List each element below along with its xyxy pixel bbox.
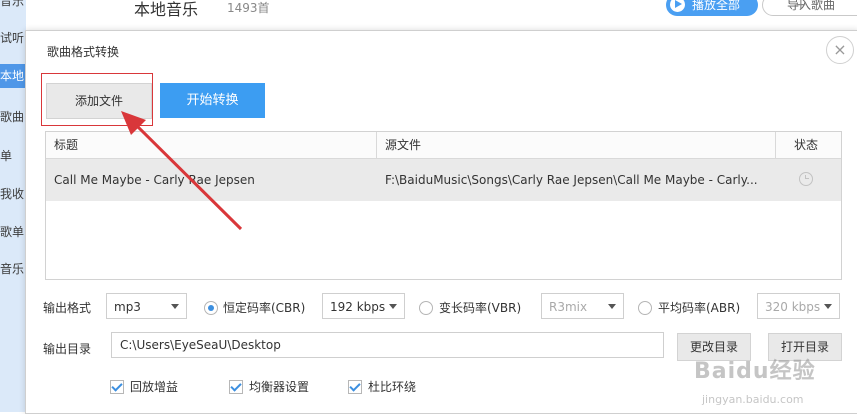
sidebar-item-list[interactable]: 单 xyxy=(0,147,12,164)
chevron-down-icon xyxy=(824,304,832,309)
file-table: 标题 源文件 状态 Call Me Maybe - Carly Rae Jeps… xyxy=(45,131,842,280)
table-row[interactable]: Call Me Maybe - Carly Rae Jepsen F:\Baid… xyxy=(46,159,841,201)
sidebar-item-songs[interactable]: 歌曲 xyxy=(0,108,24,125)
abr-bitrate-select[interactable]: 320 kbps xyxy=(757,293,840,319)
format-select[interactable]: mp3 xyxy=(106,293,187,319)
chevron-down-icon xyxy=(608,304,616,309)
play-all-button[interactable]: 播放全部 xyxy=(666,0,758,16)
highlight-box xyxy=(41,73,153,126)
header-status[interactable]: 状态 xyxy=(794,132,818,158)
abr-radio[interactable] xyxy=(638,301,652,315)
column-divider xyxy=(775,132,776,158)
play-all-label: 播放全部 xyxy=(692,0,741,12)
cbr-bitrate-select[interactable]: 192 kbps xyxy=(322,293,405,319)
vbr-value: R3mix xyxy=(549,300,588,314)
sidebar-item-trial[interactable]: 试听 xyxy=(0,29,24,46)
header-title[interactable]: 标题 xyxy=(54,132,78,158)
equalizer-label: 均衡器设置 xyxy=(249,380,310,394)
header-source[interactable]: 源文件 xyxy=(385,132,421,158)
row-source: F:\BaiduMusic\Songs\Carly Rae Jepsen\Cal… xyxy=(385,173,758,187)
cbr-value: 192 kbps xyxy=(330,300,386,314)
vbr-quality-select[interactable]: R3mix xyxy=(541,293,624,319)
cbr-radio[interactable] xyxy=(204,301,218,315)
replay-gain-checkbox[interactable] xyxy=(110,380,124,394)
output-format-label: 输出格式 xyxy=(43,301,92,315)
cbr-label: 恒定码率(CBR) xyxy=(223,301,306,315)
vbr-label: 变长码率(VBR) xyxy=(439,301,522,315)
abr-value: 320 kbps xyxy=(765,300,821,314)
chevron-down-icon xyxy=(389,304,397,309)
clock-icon xyxy=(799,172,813,186)
sidebar: 音乐 试听 本地 歌曲 单 我收 歌单 音乐 xyxy=(0,0,27,412)
sidebar-item-local[interactable]: 本地 xyxy=(0,64,26,88)
row-title: Call Me Maybe - Carly Rae Jepsen xyxy=(54,173,255,187)
dolby-label: 杜比环绕 xyxy=(368,380,417,394)
sidebar-item-playlists[interactable]: 歌单 xyxy=(0,223,24,240)
output-dir-input[interactable]: C:\Users\EyeSeaU\Desktop xyxy=(111,332,664,358)
output-dir-label: 输出目录 xyxy=(43,342,92,356)
play-icon xyxy=(670,0,685,12)
abr-label: 平均码率(ABR) xyxy=(658,301,741,315)
equalizer-checkbox[interactable] xyxy=(229,380,243,394)
import-songs-button[interactable]: 导入歌曲 xyxy=(762,0,857,16)
page-title: 本地音乐 xyxy=(134,0,199,19)
table-header: 标题 源文件 状态 xyxy=(46,132,841,159)
sidebar-item-music-2[interactable]: 音乐 xyxy=(0,260,24,277)
background-header: 本地音乐 1493首 播放全部 导入歌曲 xyxy=(26,0,857,31)
replay-gain-label: 回放增益 xyxy=(130,380,179,394)
chevron-down-icon xyxy=(171,304,179,309)
vbr-radio[interactable] xyxy=(419,301,433,315)
start-convert-button[interactable]: 开始转换 xyxy=(160,83,265,118)
track-count: 1493首 xyxy=(227,1,270,15)
sidebar-item-music[interactable]: 音乐 xyxy=(0,0,24,9)
column-divider xyxy=(376,132,377,158)
format-convert-dialog: 歌曲格式转换 × 添加文件 开始转换 标题 源文件 状态 Call Me May… xyxy=(25,30,857,414)
dolby-checkbox[interactable] xyxy=(348,380,362,394)
close-icon[interactable]: × xyxy=(826,36,854,64)
format-value: mp3 xyxy=(114,300,141,314)
sidebar-item-favorites[interactable]: 我收 xyxy=(0,185,24,202)
watermark-sub: jingyan.baidu.com xyxy=(702,393,804,406)
baidu-watermark: Baidu经验 jingyan.baidu.com xyxy=(694,347,844,409)
dialog-title: 歌曲格式转换 xyxy=(47,45,120,59)
watermark-main: Baidu经验 xyxy=(694,359,816,384)
